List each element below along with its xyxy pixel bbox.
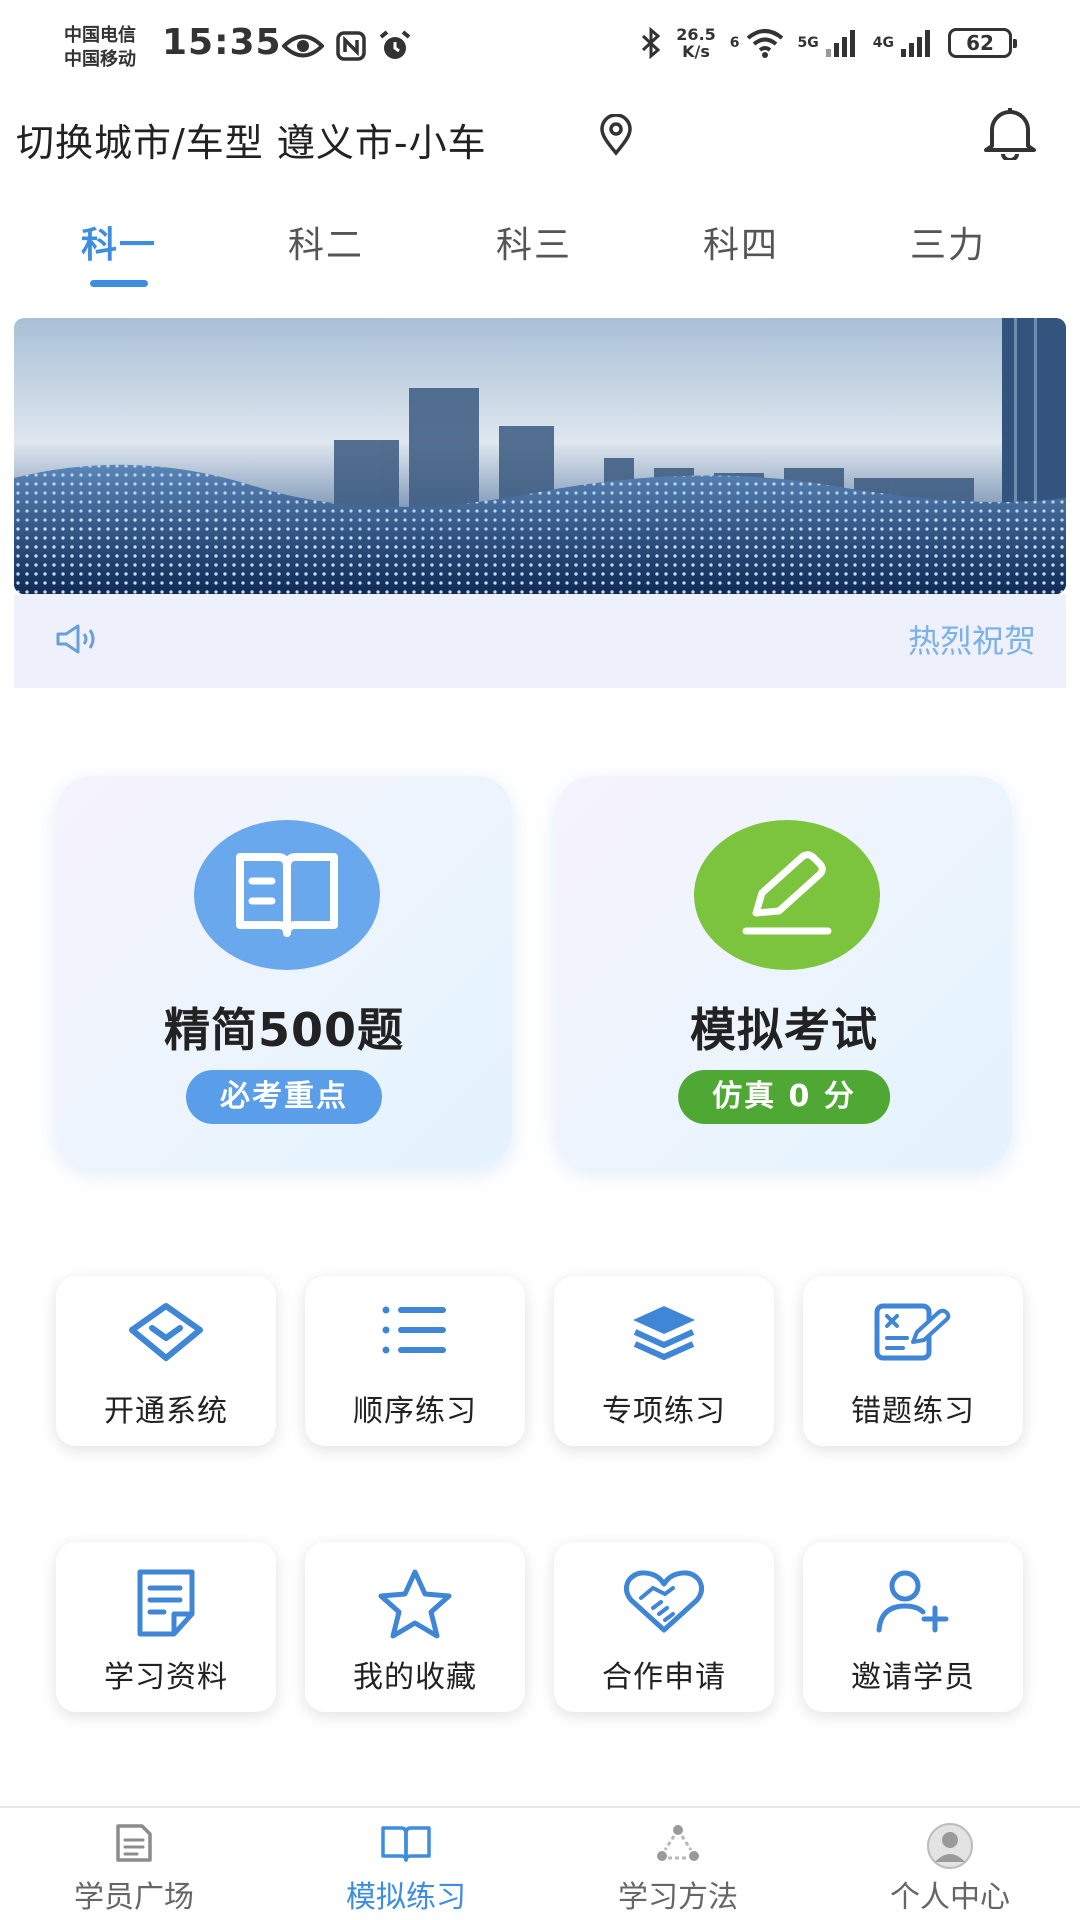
handshake-icon <box>623 1570 705 1633</box>
net-speed: 26.5 K/s <box>676 26 715 60</box>
card-essential-500[interactable]: 精简500题 必考重点 <box>56 776 512 1168</box>
speaker-icon <box>56 624 95 654</box>
city-switcher[interactable]: 切换城市/车型 遵义市-小车 <box>16 112 487 167</box>
wrong-questions-icon <box>874 1303 951 1361</box>
nav-mock-practice[interactable]: 模拟练习 <box>306 1808 506 1920</box>
nav-student-square[interactable]: 学员广场 <box>34 1808 234 1920</box>
tile-label: 学习资料 <box>104 1660 228 1695</box>
square-doc-icon <box>116 1824 152 1862</box>
tile-label: 邀请学员 <box>851 1660 975 1695</box>
tab-subject-2[interactable]: 科二 <box>246 216 406 268</box>
card-badge: 仿真 0 分 <box>678 1070 890 1124</box>
nav-label: 模拟练习 <box>346 1880 466 1915</box>
signal-icon <box>825 30 855 57</box>
list-icon <box>382 1306 446 1354</box>
bottom-navigation: 学员广场 模拟练习 学习方法 个人中心 <box>0 1806 1080 1920</box>
nav-label: 学员广场 <box>74 1880 194 1915</box>
tab-three-abilities[interactable]: 三力 <box>868 216 1028 268</box>
battery-indicator: 62 <box>948 28 1017 58</box>
tile-label: 专项练习 <box>602 1394 726 1429</box>
tile-study-materials[interactable]: 学习资料 <box>56 1542 276 1712</box>
tile-open-system[interactable]: 开通系统 <box>56 1276 276 1446</box>
open-book-icon <box>381 1826 431 1862</box>
tile-topic-practice[interactable]: 专项练习 <box>554 1276 774 1446</box>
tile-label: 我的收藏 <box>353 1660 477 1695</box>
subject-tabs: 科一 科二 科三 科四 三力 <box>0 212 1080 292</box>
tile-invite-students[interactable]: 邀请学员 <box>803 1542 1023 1712</box>
net-speed-value: 26.5 <box>676 25 716 44</box>
bell-icon[interactable] <box>978 104 1042 160</box>
tile-label: 合作申请 <box>602 1660 726 1695</box>
banner-image[interactable] <box>14 318 1066 594</box>
status-bar: 中国电信 中国移动 15:35 26.5 K/s 6 5G 4G 62 <box>0 0 1080 96</box>
tab-indicator <box>90 280 148 287</box>
status-left-icons <box>282 30 412 62</box>
tile-wrong-questions[interactable]: 错题练习 <box>803 1276 1023 1446</box>
document-icon <box>137 1569 195 1637</box>
tab-subject-1[interactable]: 科一 <box>39 216 199 268</box>
city-skyline-image <box>14 318 1066 594</box>
net-speed-unit: K/s <box>682 42 710 61</box>
book-icon <box>236 853 338 937</box>
carrier-info: 中国电信 中国移动 <box>64 24 136 72</box>
card-badge: 必考重点 <box>186 1070 382 1124</box>
location-pin-icon[interactable] <box>598 114 634 156</box>
bluetooth-icon <box>642 27 661 59</box>
diamond-icon <box>129 1303 203 1361</box>
tile-label: 顺序练习 <box>353 1394 477 1429</box>
wifi-icon <box>746 29 783 58</box>
profile-icon <box>927 1823 973 1869</box>
card-icon-circle <box>694 820 880 970</box>
nav-label: 个人中心 <box>890 1880 1010 1915</box>
wifi-tag: 6 <box>729 35 740 51</box>
tab-subject-4[interactable]: 科四 <box>661 216 821 268</box>
method-icon <box>657 1825 699 1861</box>
nfc-icon <box>336 31 366 61</box>
card-title: 模拟考试 <box>690 1003 878 1057</box>
pencil-icon <box>742 851 832 935</box>
carrier-1: 中国电信 <box>64 25 136 46</box>
add-user-icon <box>876 1570 949 1633</box>
signal-1-tag: 5G <box>797 35 819 51</box>
status-time: 15:35 <box>162 22 282 63</box>
star-icon <box>378 1569 452 1639</box>
tile-my-favorites[interactable]: 我的收藏 <box>305 1542 525 1712</box>
tab-subject-3[interactable]: 科三 <box>454 216 614 268</box>
nav-label: 学习方法 <box>618 1880 738 1915</box>
notice-text: 热烈祝贺 <box>908 622 1037 660</box>
tile-sequential-practice[interactable]: 顺序练习 <box>305 1276 525 1446</box>
status-right-icons: 26.5 K/s 6 5G 4G 62 <box>640 26 1017 60</box>
notice-bar[interactable]: 热烈祝贺 <box>14 594 1066 688</box>
signal-icon <box>901 30 930 57</box>
signal-2-tag: 4G <box>872 35 894 51</box>
eye-icon <box>282 34 324 58</box>
nav-study-method[interactable]: 学习方法 <box>578 1808 778 1920</box>
tile-cooperation-apply[interactable]: 合作申请 <box>554 1542 774 1712</box>
header: 切换城市/车型 遵义市-小车 <box>0 100 1080 176</box>
layers-icon <box>633 1306 695 1360</box>
carrier-2: 中国移动 <box>64 49 136 70</box>
tile-label: 开通系统 <box>104 1394 228 1429</box>
alarm-icon <box>379 30 411 59</box>
tile-label: 错题练习 <box>851 1394 975 1429</box>
card-title: 精简500题 <box>163 1003 405 1057</box>
nav-personal-center[interactable]: 个人中心 <box>850 1808 1050 1920</box>
card-mock-exam[interactable]: 模拟考试 仿真 0 分 <box>556 776 1012 1168</box>
card-icon-circle <box>194 820 380 970</box>
